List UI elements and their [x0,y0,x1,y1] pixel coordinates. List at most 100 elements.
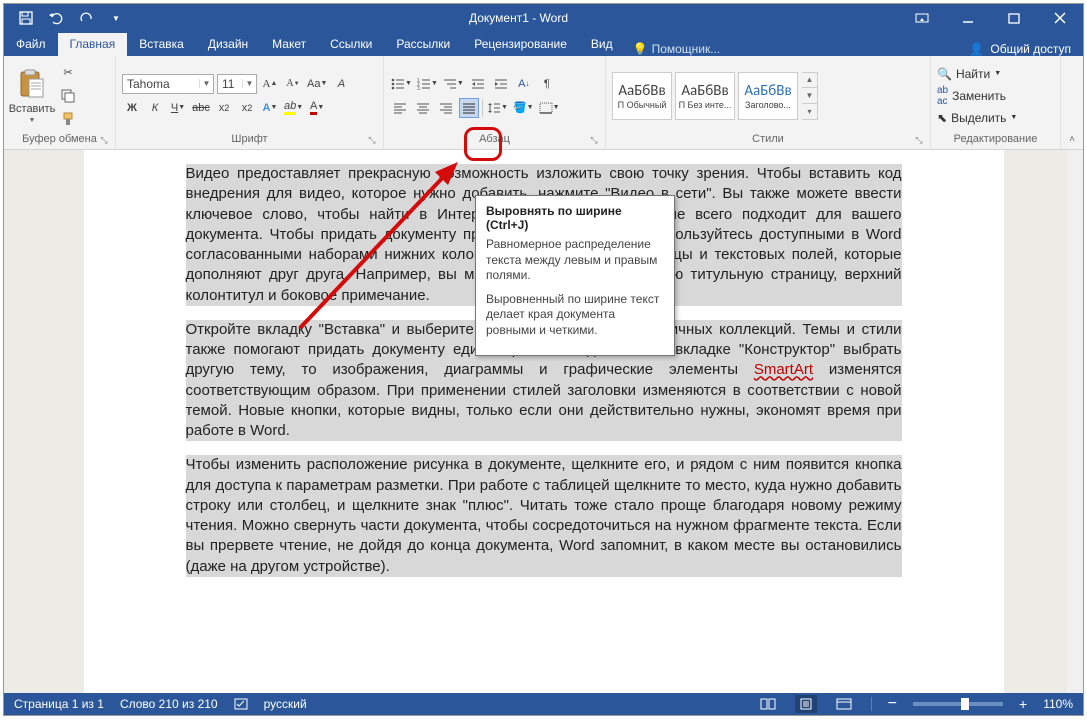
clipboard-group-label: Буфер обмена [22,133,97,145]
qat-customize-icon[interactable]: ▼ [108,10,124,26]
underline-button[interactable]: Ч▼ [168,98,188,118]
style-preview: АаБбВв [744,82,791,100]
spellcheck-icon[interactable] [234,698,248,710]
cut-button[interactable]: ✂ [58,63,78,83]
numbering-button[interactable]: 123▼ [416,74,439,94]
undo-icon[interactable] [48,10,64,26]
font-size-dropdown[interactable]: 11▼ [217,74,257,94]
zoom-slider[interactable] [913,702,1003,706]
align-center-button[interactable] [413,98,433,118]
collapse-ribbon-icon[interactable]: ˄ [1069,134,1075,145]
tab-insert[interactable]: Вставка [127,33,196,56]
align-right-icon [439,102,453,114]
sort-button[interactable]: A↓ [514,74,534,94]
tab-home[interactable]: Главная [58,33,128,56]
language-status[interactable]: русский [264,697,307,711]
svg-text:3: 3 [417,86,420,90]
bullets-button[interactable]: ▼ [390,74,413,94]
view-print-icon[interactable] [795,695,817,713]
tab-references[interactable]: Ссылки [318,33,384,56]
align-right-button[interactable] [436,98,456,118]
align-left-button[interactable] [390,98,410,118]
subscript-button[interactable]: x2 [214,98,234,118]
decrease-indent-button[interactable] [468,74,488,94]
close-icon[interactable] [1037,4,1083,32]
save-icon[interactable] [18,10,34,26]
font-color-button[interactable]: A▼ [307,98,327,118]
tell-me[interactable]: 💡Помощник... [625,42,958,56]
replace-button[interactable]: abacЗаменить [937,87,1017,105]
tab-design[interactable]: Дизайн [196,33,260,56]
view-web-icon[interactable] [833,695,855,713]
style-normal[interactable]: АаБбВвП Обычный [612,72,672,120]
share-button[interactable]: 👤 Общий доступ [957,42,1083,56]
line-spacing-button[interactable]: ▼ [486,98,509,118]
maximize-icon[interactable] [991,4,1037,32]
paragraph-group-label: Абзац [479,133,510,145]
replace-icon: abac [937,85,948,107]
style-name: П Обычный [618,100,667,110]
justify-tooltip: Выровнять по ширине (Ctrl+J) Равномерное… [475,195,675,356]
tab-review[interactable]: Рецензирование [462,33,579,56]
clear-format-button[interactable]: A [331,74,351,94]
highlight-button[interactable]: ab▼ [283,98,304,118]
cursor-icon: ⬉ [937,111,947,125]
justify-button[interactable] [459,98,479,118]
font-size-value: 11 [218,77,242,91]
shading-button[interactable]: 🪣▼ [512,98,535,118]
view-read-icon[interactable] [757,695,779,713]
clipboard-icon [17,67,47,101]
align-left-icon [393,102,407,114]
titlebar: ▼ Документ1 - Word [4,4,1083,32]
copy-icon [61,89,75,103]
copy-button[interactable] [58,86,78,106]
ribbon-options-icon[interactable] [899,4,945,32]
minimize-icon[interactable] [945,4,991,32]
bold-button[interactable]: Ж [122,98,142,118]
shrink-font-button[interactable]: A▼ [283,74,303,94]
superscript-button[interactable]: x2 [237,98,257,118]
tab-view[interactable]: Вид [579,33,625,56]
brush-icon [61,112,75,126]
text-effects-button[interactable]: A▼ [260,98,280,118]
tooltip-text-1: Равномерное распределение текста между л… [486,237,664,284]
page-status[interactable]: Страница 1 из 1 [14,697,104,711]
change-case-button[interactable]: Aa▼ [306,74,328,94]
select-button[interactable]: ⬉Выделить▼ [937,109,1017,127]
find-button[interactable]: 🔍Найти▼ [937,65,1017,83]
tab-layout[interactable]: Макет [260,33,318,56]
paragraph-3[interactable]: Чтобы изменить расположение рисунка в до… [186,455,902,577]
ribbon-tabs: Файл Главная Вставка Дизайн Макет Ссылки… [4,32,1083,56]
multilevel-button[interactable]: ▼ [442,74,465,94]
show-marks-button[interactable]: ¶ [537,74,557,94]
paragraph-launcher-icon[interactable]: ⤡ [589,135,599,145]
word-count-status[interactable]: Слово 210 из 210 [120,697,218,711]
styles-launcher-icon[interactable]: ⤡ [914,135,924,145]
paste-button[interactable]: Вставить ▼ [10,67,54,124]
redo-icon[interactable] [78,10,94,26]
format-painter-button[interactable] [58,109,78,129]
share-label: Общий доступ [990,42,1071,56]
paste-label: Вставить [9,103,56,115]
italic-button[interactable]: К [145,98,165,118]
statusbar: Страница 1 из 1 Слово 210 из 210 русский… [4,693,1083,715]
font-group-label: Шрифт [231,133,267,145]
font-launcher-icon[interactable]: ⤡ [367,135,377,145]
style-nospace[interactable]: АаБбВвП Без инте... [675,72,735,120]
grow-font-button[interactable]: A▲ [260,74,280,94]
clipboard-launcher-icon[interactable]: ⤡ [99,135,109,145]
increase-indent-button[interactable] [491,74,511,94]
font-name-dropdown[interactable]: Tahoma▼ [122,74,214,94]
zoom-value[interactable]: 110% [1043,697,1073,711]
style-preview: АаБбВв [681,82,728,100]
search-icon: 🔍 [937,67,952,81]
styles-more[interactable]: ▲▼▾ [802,72,818,120]
share-icon: 👤 [969,42,984,56]
scrollbar-vertical[interactable] [1067,150,1083,693]
tab-file[interactable]: Файл [4,33,58,56]
strike-button[interactable]: abc [191,98,211,118]
tab-mailings[interactable]: Рассылки [384,33,462,56]
style-heading1[interactable]: АаБбВвЗаголово... [738,72,798,120]
borders-button[interactable]: ▼ [538,98,561,118]
window-title: Документ1 - Word [138,11,899,25]
